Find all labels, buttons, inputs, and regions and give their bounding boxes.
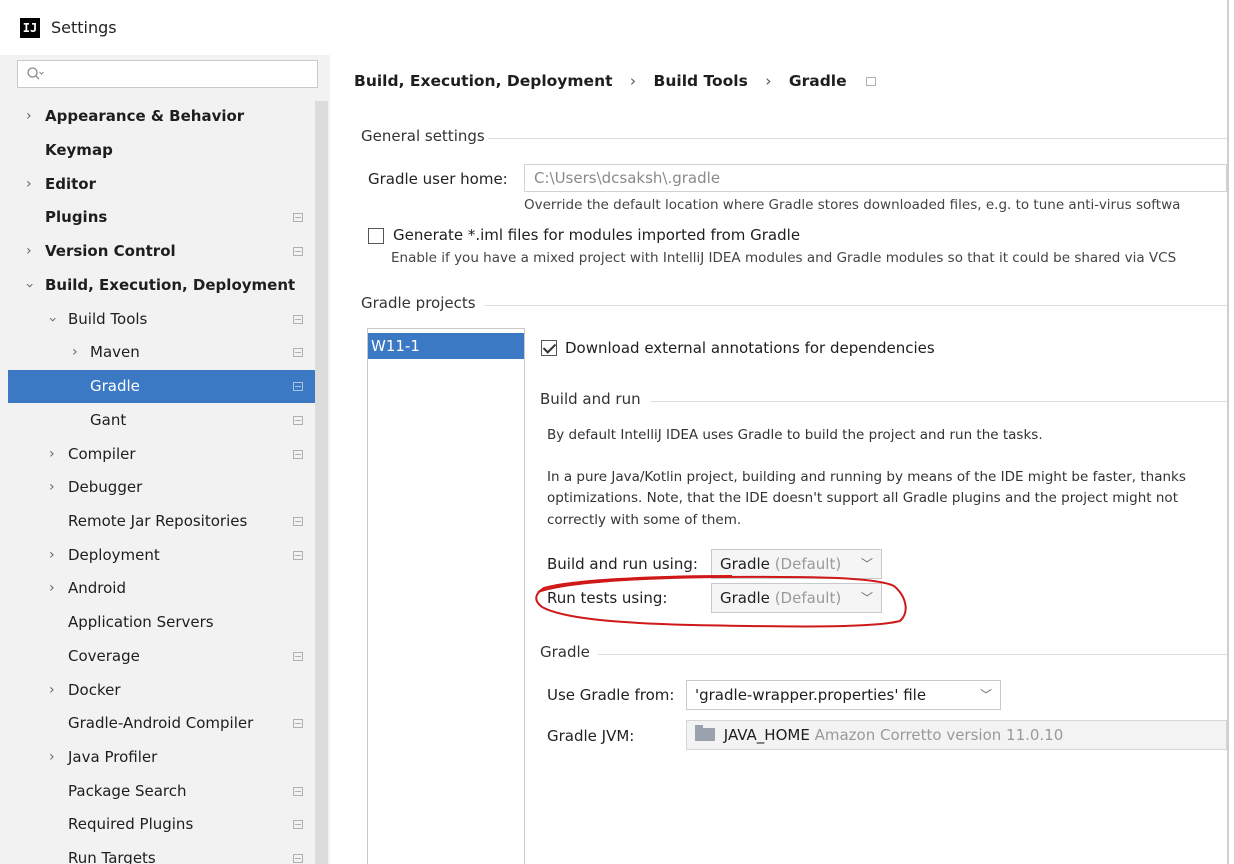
chevron-down-icon: › [44,316,61,323]
build-run-note-line-1: In a pure Java/Kotlin project, building … [547,469,1186,485]
project-settings-icon [293,315,303,324]
use-gradle-from-value: 'gradle-wrapper.properties' file [695,686,927,704]
gradle-user-home-input[interactable]: C:\Users\dcsaksh\.gradle [524,164,1227,192]
sidebar-item-deployment[interactable]: › Deployment [8,539,328,572]
project-settings-icon [293,551,303,560]
breadcrumb-separator: › [629,72,637,90]
window-title: Settings [51,18,117,37]
sidebar-item-required-plugins[interactable]: Required Plugins [8,808,328,841]
chevron-right-icon: › [26,243,32,259]
generate-iml-hint: Enable if you have a mixed project with … [391,250,1177,266]
sidebar-item-keymap[interactable]: Keymap [8,134,328,167]
project-settings-icon [293,820,303,829]
sidebar-item-run-targets[interactable]: Run Targets [8,842,328,864]
project-settings-icon [866,77,877,86]
project-settings-icon [293,450,303,459]
separator [488,138,1227,139]
chevron-right-icon: › [49,446,55,462]
sidebar-item-docker[interactable]: › Docker [8,674,328,707]
use-gradle-from-dropdown[interactable]: 'gradle-wrapper.properties' file ﹀ [686,680,1001,710]
build-run-using-default: (Default) [774,555,842,573]
sidebar-item-maven[interactable]: › Maven [8,336,328,369]
gradle-jvm-dropdown[interactable]: JAVA_HOME Amazon Corretto version 11.0.1… [686,720,1227,750]
chevron-right-icon: › [26,176,32,192]
search-icon [27,67,44,80]
project-settings-icon [293,719,303,728]
window-edge [1227,0,1229,864]
project-settings-icon [293,247,303,256]
intellij-logo-icon: IJ [20,18,40,38]
sidebar-item-android[interactable]: › Android [8,572,328,605]
generate-iml-label[interactable]: Generate *.iml files for modules importe… [393,226,800,244]
gradle-user-home-hint: Override the default location where Grad… [524,197,1181,213]
project-settings-icon [293,854,303,863]
sidebar-item-gradle[interactable]: Gradle [8,370,328,403]
chevron-down-icon: › [21,282,38,289]
sidebar-item-version-control[interactable]: › Version Control [8,235,328,268]
chevron-right-icon: › [49,682,55,698]
sidebar-scrollbar[interactable] [315,101,328,864]
gradle-user-home-label: Gradle user home: [368,170,508,188]
generate-iml-checkbox[interactable] [368,228,384,244]
sidebar-item-compiler[interactable]: › Compiler [8,438,328,471]
gradle-jvm-detail: Amazon Corretto version 11.0.10 [814,726,1064,744]
gradle-jvm-value: JAVA_HOME [723,726,810,744]
breadcrumb-build-execution-deployment[interactable]: Build, Execution, Deployment [354,69,613,93]
sidebar-item-coverage[interactable]: Coverage [8,640,328,673]
sidebar-item-debugger[interactable]: › Debugger [8,471,328,504]
settings-search-input[interactable] [17,60,318,88]
gradle-jvm-label: Gradle JVM: [547,727,635,745]
build-run-note-line-3: correctly with some of them. [547,512,742,528]
chevron-right-icon: › [49,749,55,765]
gradle-projects-title: Gradle projects [361,294,476,312]
project-settings-icon [293,652,303,661]
sidebar-item-gant[interactable]: Gant [8,404,328,437]
breadcrumb-gradle: Gradle [788,72,847,90]
sidebar-item-java-profiler[interactable]: › Java Profiler [8,741,328,774]
chevron-right-icon: › [49,547,55,563]
chevron-right-icon: › [26,108,32,124]
project-settings-icon [293,517,303,526]
build-run-note-line-2: optimizations. Note, that the IDE doesn'… [547,490,1178,506]
separator [598,654,1227,655]
breadcrumb-separator: › [765,72,772,90]
breadcrumb-build-tools[interactable]: Build Tools [654,69,748,93]
sidebar-item-package-search[interactable]: Package Search [8,775,328,808]
sidebar-item-build-tools[interactable]: › Build Tools [8,303,328,336]
general-settings-title: General settings [361,127,485,145]
breadcrumb: Build, Execution, Deployment › Build Too… [354,69,877,93]
settings-sidebar: › Appearance & Behavior Keymap › Editor … [0,55,330,864]
sidebar-item-remote-jar-repositories[interactable]: Remote Jar Repositories [8,505,328,538]
build-run-description: By default IntelliJ IDEA uses Gradle to … [547,427,1043,443]
project-settings-icon [293,213,303,222]
project-settings-icon [293,787,303,796]
build-run-using-label: Build and run using: [547,555,698,573]
gradle-projects-list[interactable]: W11-1 [367,328,525,864]
sidebar-item-plugins[interactable]: Plugins [8,201,328,234]
project-item-w11-1[interactable]: W11-1 [368,333,524,359]
project-settings-icon [293,416,303,425]
chevron-down-icon: ﹀ [979,688,992,702]
separator [484,305,1227,306]
use-gradle-from-label: Use Gradle from: [547,686,675,704]
sidebar-item-gradle-android-compiler[interactable]: Gradle-Android Compiler [8,707,328,740]
build-and-run-title: Build and run [540,390,641,408]
red-annotation-circle [535,575,907,628]
download-annotations-checkbox[interactable] [541,340,557,356]
project-settings-icon [293,382,303,391]
download-annotations-label[interactable]: Download external annotations for depend… [565,339,935,357]
sidebar-item-application-servers[interactable]: Application Servers [8,606,328,639]
title-bar: IJ Settings [0,0,1234,55]
separator [651,401,1227,402]
gradle-section-title: Gradle [540,643,590,661]
sidebar-item-appearance[interactable]: › Appearance & Behavior [8,100,328,133]
chevron-right-icon: › [49,580,55,596]
sidebar-item-build-execution-deployment[interactable]: › Build, Execution, Deployment [8,269,328,302]
sidebar-item-editor[interactable]: › Editor [8,168,328,201]
chevron-right-icon: › [72,344,78,360]
project-settings-icon [293,348,303,357]
folder-icon [695,725,715,741]
chevron-right-icon: › [49,479,55,495]
build-run-using-value: Gradle [720,555,770,573]
